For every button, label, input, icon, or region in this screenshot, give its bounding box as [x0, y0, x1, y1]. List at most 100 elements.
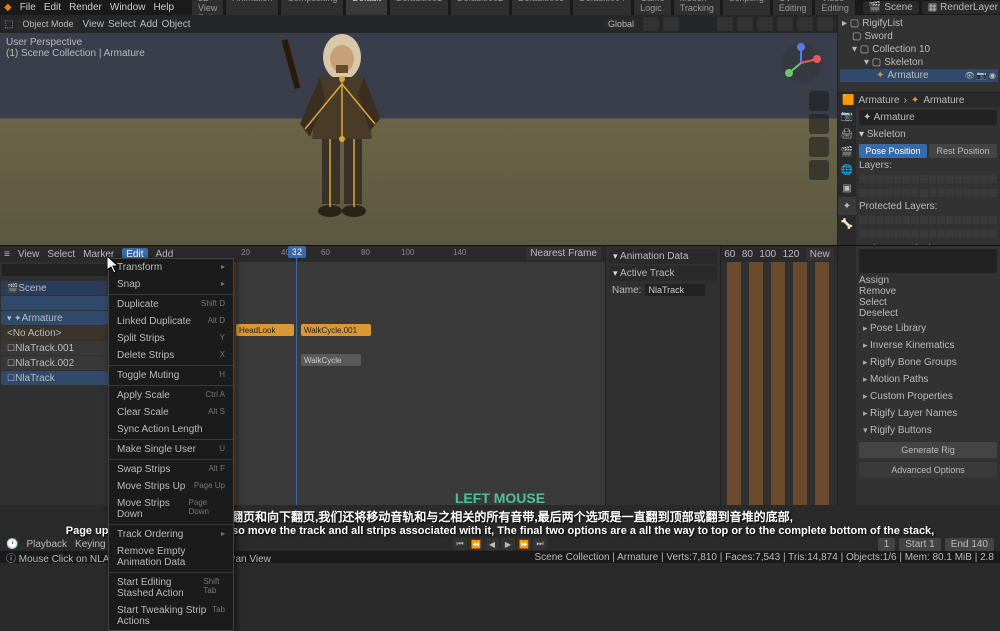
protected-layer-grid[interactable]: [859, 216, 997, 224]
playhead[interactable]: [296, 246, 297, 505]
persp-icon[interactable]: [809, 160, 829, 180]
menu-help[interactable]: Help: [153, 2, 174, 13]
select-btn[interactable]: Select: [859, 297, 997, 308]
menu-edit[interactable]: Edit: [44, 2, 61, 13]
tl-menu-playback[interactable]: Playback: [26, 539, 67, 550]
panel-item[interactable]: ▸ Inverse Kinematics: [859, 338, 997, 353]
playhead-label[interactable]: 32: [288, 246, 306, 258]
snap-mode-dropdown[interactable]: Nearest Frame: [526, 247, 601, 260]
prev-key-btn[interactable]: ⏪: [469, 538, 483, 550]
tab-render[interactable]: 📷: [838, 107, 856, 125]
jump-end-btn[interactable]: ⏭: [533, 538, 547, 550]
list-box[interactable]: [859, 249, 997, 273]
panel-item[interactable]: ▸ Motion Paths: [859, 372, 997, 387]
rest-position-btn[interactable]: Rest Position: [929, 144, 997, 158]
edit-menu-item[interactable]: Apply ScaleCtrl A: [109, 387, 233, 404]
edit-menu-item[interactable]: Toggle MutingH: [109, 367, 233, 384]
edit-menu-item[interactable]: Track Ordering▸: [109, 526, 233, 543]
menu-render[interactable]: Render: [69, 2, 102, 13]
edit-menu-item[interactable]: Linked DuplicateAlt D: [109, 313, 233, 330]
3d-viewport[interactable]: ⬚ Object Mode View Select Add Object Glo…: [0, 15, 837, 245]
edit-menu-item[interactable]: Transform▸: [109, 259, 233, 276]
assign-btn[interactable]: Assign: [859, 275, 997, 286]
skeleton-section[interactable]: ▾ Skeleton: [859, 127, 997, 142]
snap-toggle[interactable]: [643, 17, 659, 31]
anim-data-header[interactable]: ▾ Animation Data: [609, 249, 717, 264]
play-rev-btn[interactable]: ◀: [485, 538, 499, 550]
edit-menu-item[interactable]: Delete StripsX: [109, 347, 233, 364]
nla-timeline[interactable]: 20 40 60 80 100 140 32 Nearest Frame Hea…: [233, 246, 605, 505]
tab-output[interactable]: 🖨: [838, 125, 856, 143]
edit-menu-item[interactable]: Snap▸: [109, 276, 233, 293]
tl-menu-keying[interactable]: Keying: [75, 539, 106, 550]
outliner-row[interactable]: ▾ ▢Skeleton: [840, 56, 998, 69]
edit-menu-item[interactable]: Start Tweaking Strip ActionsTab: [109, 602, 233, 630]
shade-matprev[interactable]: [797, 17, 813, 31]
tab-armature[interactable]: ✦: [838, 197, 856, 215]
xray-toggle[interactable]: [737, 17, 753, 31]
nla-strip[interactable]: WalkCycle.001: [301, 324, 371, 336]
outliner[interactable]: ▸ ▢RigifyList ▢Sword ▾ ▢Collection 10 ▾ …: [838, 15, 1000, 93]
edit-menu-item[interactable]: Split StripsY: [109, 330, 233, 347]
panel-item[interactable]: ▸ Rigify Bone Groups: [859, 355, 997, 370]
pan-icon[interactable]: [809, 114, 829, 134]
jump-start-btn[interactable]: ⏮: [453, 538, 467, 550]
nav-gizmo[interactable]: [779, 41, 823, 85]
scene-selector[interactable]: 🎬Scene: [863, 1, 919, 14]
end-frame[interactable]: End 140: [945, 538, 994, 551]
edit-menu-item[interactable]: Remove Empty Animation Data: [109, 543, 233, 571]
tab-world[interactable]: 🌐: [838, 161, 856, 179]
current-frame[interactable]: 1: [878, 538, 896, 551]
panel-item[interactable]: ▸ Rigify Layer Names: [859, 406, 997, 421]
mode-dropdown[interactable]: Object Mode: [17, 18, 78, 30]
outliner-row[interactable]: ✦Armature👁 📷 ◉: [840, 69, 998, 82]
armature-name-field[interactable]: ✦ Armature: [859, 110, 997, 125]
layer-grid[interactable]: [859, 189, 997, 197]
track-name-input[interactable]: [645, 284, 705, 296]
outliner-row[interactable]: ▢Sword: [840, 30, 998, 43]
next-key-btn[interactable]: ⏩: [517, 538, 531, 550]
viewport-display-section[interactable]: ▾ Viewport Display: [859, 242, 997, 245]
renderlayer-selector[interactable]: ▦RenderLayer: [922, 1, 1000, 14]
pose-position-btn[interactable]: Pose Position: [859, 144, 927, 158]
zoom-icon[interactable]: [809, 91, 829, 111]
nla-strip[interactable]: HeadLook: [236, 324, 294, 336]
edit-menu-item[interactable]: DuplicateShift D: [109, 296, 233, 313]
proportional-edit[interactable]: [663, 17, 679, 31]
timeline-icon[interactable]: 🕐: [6, 539, 18, 550]
nla-menu-view[interactable]: View: [18, 249, 40, 260]
edit-menu-item[interactable]: Clear ScaleAlt S: [109, 404, 233, 421]
orientation-dropdown[interactable]: Global: [603, 18, 639, 30]
shade-solid[interactable]: [777, 17, 793, 31]
deselect-btn[interactable]: Deselect: [859, 308, 997, 319]
advanced-options-btn[interactable]: Advanced Options: [859, 462, 997, 478]
nla-editor-icon[interactable]: ≡: [4, 249, 10, 260]
tab-object[interactable]: ▣: [838, 179, 856, 197]
tab-scene[interactable]: 🎬: [838, 143, 856, 161]
remove-btn[interactable]: Remove: [859, 286, 997, 297]
action-new-btn[interactable]: New: [806, 248, 834, 261]
edit-menu-item[interactable]: Move Strips DownPage Down: [109, 495, 233, 523]
nla-ruler[interactable]: 20 40 60 80 100 140 32 Nearest Frame: [233, 246, 605, 262]
outliner-row[interactable]: ▸ ▢RigifyList: [840, 17, 998, 30]
play-btn[interactable]: ▶: [501, 538, 515, 550]
shade-wire[interactable]: [757, 17, 773, 31]
panel-item[interactable]: ▸ Pose Library: [859, 321, 997, 336]
panel-item[interactable]: ▸ Custom Properties: [859, 389, 997, 404]
start-frame[interactable]: Start 1: [899, 538, 940, 551]
nla-menu-select[interactable]: Select: [47, 249, 75, 260]
panel-item[interactable]: ▾ Rigify Buttons: [859, 423, 997, 438]
active-track-header[interactable]: ▾ Active Track: [609, 266, 717, 281]
layer-grid[interactable]: [859, 175, 997, 183]
edit-menu-item[interactable]: Sync Action Length: [109, 421, 233, 438]
overlay-toggle[interactable]: [717, 17, 733, 31]
generate-rig-btn[interactable]: Generate Rig: [859, 442, 997, 458]
shade-rendered[interactable]: [817, 17, 833, 31]
edit-menu-item[interactable]: Swap StripsAlt F: [109, 461, 233, 478]
edit-menu-item[interactable]: Start Editing Stashed ActionShift Tab: [109, 574, 233, 602]
vp-menu-add[interactable]: Add: [140, 19, 158, 30]
vp-menu-view[interactable]: View: [82, 19, 104, 30]
editor-type-icon[interactable]: ⬚: [4, 19, 13, 30]
edit-menu-item[interactable]: Make Single UserU: [109, 441, 233, 458]
menu-file[interactable]: File: [20, 2, 36, 13]
